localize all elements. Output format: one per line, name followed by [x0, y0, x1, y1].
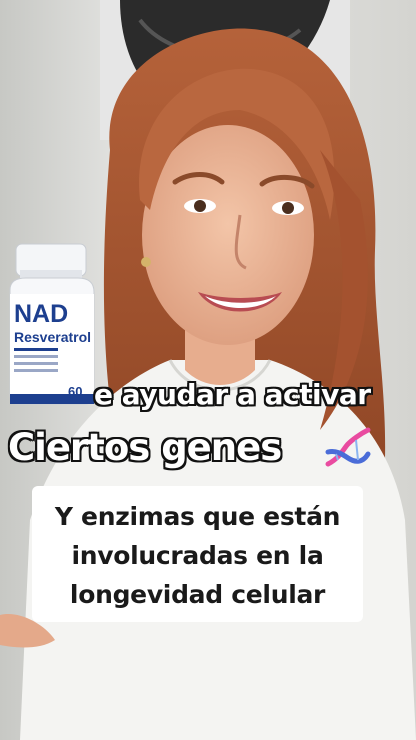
product-subname: Resveratrol	[14, 329, 92, 345]
caption-line-1: e ayudar a activar	[94, 378, 371, 411]
caption-line-2: Ciertos genes	[8, 426, 282, 469]
overlay-line-3: longevidad celular	[69, 580, 326, 609]
overlay-text-box: Y enzimas que están involucradas en la l…	[32, 486, 363, 622]
dna-icon	[325, 427, 371, 467]
overlay-line-2: involucradas en la	[71, 541, 324, 570]
product-count: 60	[68, 384, 83, 399]
overlay-line-1: Y enzimas que están	[54, 502, 341, 531]
product-name: NAD	[14, 300, 69, 328]
video-frame: NAD Resveratrol 60 e ayudar a activar Ci…	[0, 0, 416, 740]
